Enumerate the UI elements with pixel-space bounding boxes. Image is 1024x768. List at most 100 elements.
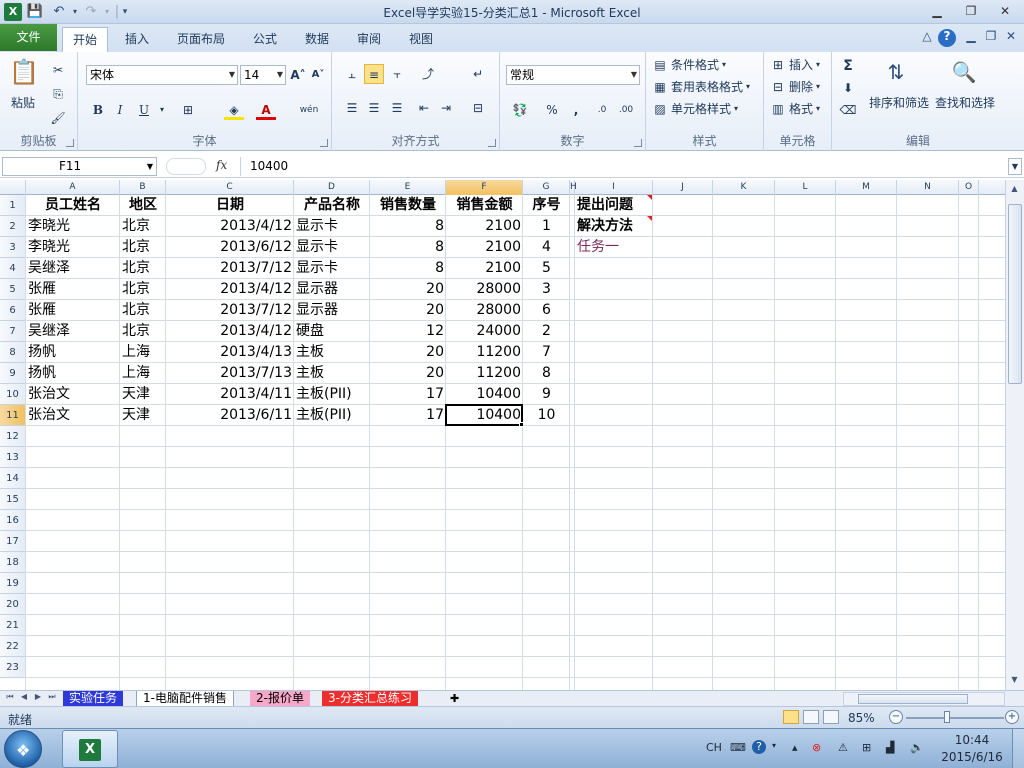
- data-cell[interactable]: 2013/4/13: [166, 342, 294, 363]
- data-cell[interactable]: 2100: [446, 237, 523, 258]
- data-cell[interactable]: 扬帆: [26, 342, 120, 363]
- number-format-combo[interactable]: 常规 ▼: [506, 65, 640, 85]
- data-cell[interactable]: 硬盘: [294, 321, 370, 342]
- header-cell[interactable]: 地区: [120, 195, 166, 216]
- ime-help-icon[interactable]: ?: [752, 740, 766, 754]
- ime-indicator[interactable]: CH: [706, 741, 722, 754]
- data-cell[interactable]: 天津: [120, 384, 166, 405]
- row-header-20[interactable]: 20: [0, 594, 26, 615]
- action-center-icon[interactable]: ⊞: [862, 741, 871, 754]
- sort-filter-icon[interactable]: ⇅: [880, 56, 912, 88]
- comma-style-icon[interactable]: ,: [566, 100, 586, 120]
- grow-font-icon[interactable]: A˄: [288, 65, 308, 85]
- expand-formula-bar-icon[interactable]: ▼: [1008, 158, 1022, 175]
- data-cell[interactable]: 12: [370, 321, 446, 342]
- row-header-8[interactable]: 8: [0, 342, 26, 363]
- volume-icon[interactable]: 🔈: [910, 741, 924, 754]
- prev-sheet-icon[interactable]: ◀: [18, 692, 30, 701]
- tab-formulas[interactable]: 公式: [244, 27, 286, 52]
- zoom-slider-thumb[interactable]: [944, 711, 950, 723]
- sheet-tab-quote[interactable]: 2-报价单: [250, 691, 310, 707]
- delete-cells-button[interactable]: ⊟ 删除 ▾: [770, 78, 820, 95]
- row-header-3[interactable]: 3: [0, 237, 26, 258]
- number-launcher-icon[interactable]: [634, 139, 642, 147]
- cell-styles-button[interactable]: ▨ 单元格样式 ▾: [652, 100, 738, 117]
- show-desktop-button[interactable]: [1012, 729, 1024, 768]
- font-launcher-icon[interactable]: [320, 139, 328, 147]
- data-cell[interactable]: 2013/4/12: [166, 321, 294, 342]
- data-cell[interactable]: 李晓光: [26, 216, 120, 237]
- fill-handle[interactable]: [519, 422, 524, 427]
- data-cell[interactable]: 28000: [446, 300, 523, 321]
- clipboard-launcher-icon[interactable]: [66, 139, 74, 147]
- note-cell-1[interactable]: 提出问题: [575, 195, 653, 216]
- merge-center-icon[interactable]: ⊟: [468, 98, 488, 118]
- data-cell[interactable]: 北京: [120, 237, 166, 258]
- data-cell[interactable]: 扬帆: [26, 363, 120, 384]
- paste-icon[interactable]: 📋: [8, 56, 40, 88]
- taskbar-excel-button[interactable]: X: [62, 730, 118, 768]
- data-cell[interactable]: 显示卡: [294, 216, 370, 237]
- align-top-icon[interactable]: ⫠: [342, 64, 362, 84]
- wrap-text-icon[interactable]: ↵: [468, 64, 488, 84]
- column-header-c[interactable]: C: [166, 180, 294, 195]
- tab-data[interactable]: 数据: [296, 27, 338, 52]
- normal-view-icon[interactable]: [783, 710, 799, 724]
- data-cell[interactable]: 11200: [446, 342, 523, 363]
- column-header-a[interactable]: A: [26, 180, 120, 195]
- minimize-icon[interactable]: ▁: [924, 2, 950, 20]
- data-cell[interactable]: 24000: [446, 321, 523, 342]
- row-header-13[interactable]: 13: [0, 447, 26, 468]
- tab-home[interactable]: 开始: [62, 27, 108, 52]
- scroll-down-icon[interactable]: ▼: [1006, 672, 1023, 688]
- row-header-22[interactable]: 22: [0, 636, 26, 657]
- clock-time[interactable]: 10:44: [948, 733, 996, 747]
- row-header-17[interactable]: 17: [0, 531, 26, 552]
- row-header-12[interactable]: 12: [0, 426, 26, 447]
- column-header-b[interactable]: B: [120, 180, 166, 195]
- data-cell[interactable]: 吴继泽: [26, 258, 120, 279]
- row-header-11[interactable]: 11: [0, 405, 26, 426]
- scroll-up-icon[interactable]: ▲: [1006, 181, 1023, 197]
- help-icon[interactable]: ?: [938, 29, 956, 47]
- header-cell[interactable]: 序号: [523, 195, 570, 216]
- row-header-10[interactable]: 10: [0, 384, 26, 405]
- data-cell[interactable]: 显示卡: [294, 237, 370, 258]
- data-cell[interactable]: 2013/7/12: [166, 300, 294, 321]
- column-header-j[interactable]: J: [653, 180, 713, 195]
- name-box[interactable]: F11 ▼: [2, 157, 157, 176]
- row-header-5[interactable]: 5: [0, 279, 26, 300]
- clear-icon[interactable]: ⌫: [838, 100, 858, 120]
- accounting-format-icon[interactable]: 💱: [510, 100, 530, 120]
- data-cell[interactable]: 显示器: [294, 300, 370, 321]
- row-header-7[interactable]: 7: [0, 321, 26, 342]
- select-all-corner[interactable]: [0, 180, 26, 195]
- data-cell[interactable]: 6: [523, 300, 570, 321]
- zoom-level[interactable]: 85%: [848, 711, 875, 725]
- data-cell[interactable]: 张雁: [26, 300, 120, 321]
- column-header-g[interactable]: G: [523, 180, 570, 195]
- network-alert-icon[interactable]: ⚠: [838, 741, 848, 754]
- last-sheet-icon[interactable]: ⏭: [46, 692, 58, 702]
- data-cell[interactable]: 北京: [120, 300, 166, 321]
- column-header-i[interactable]: I: [575, 180, 653, 195]
- zoom-slider[interactable]: [906, 717, 1004, 719]
- data-cell[interactable]: 20: [370, 342, 446, 363]
- tab-review[interactable]: 审阅: [348, 27, 390, 52]
- tab-view[interactable]: 视图: [400, 27, 442, 52]
- formula-input[interactable]: 10400: [240, 157, 1008, 176]
- orientation-icon[interactable]: ⤴: [418, 64, 438, 84]
- data-cell[interactable]: 上海: [120, 363, 166, 384]
- vertical-scrollbar[interactable]: ▲ ▼: [1005, 180, 1024, 690]
- zoom-in-icon[interactable]: +: [1005, 710, 1019, 724]
- workbook-restore-icon[interactable]: ❐: [982, 29, 1000, 47]
- copy-icon[interactable]: ⎘: [48, 84, 68, 104]
- column-header-f[interactable]: F: [446, 180, 523, 195]
- workbook-minimize-icon[interactable]: ▁: [962, 29, 980, 47]
- show-hidden-icons-icon[interactable]: ▴: [792, 741, 798, 754]
- paste-button[interactable]: 粘贴: [11, 94, 35, 111]
- worksheet-grid[interactable]: ABCDEFGHIJKLMNO 1 2 3 4 5 6 7 8 9 10 11 12 13 14 15 16 1…: [0, 180, 1005, 690]
- formula-bar-splitter[interactable]: [166, 158, 206, 175]
- data-cell[interactable]: 2013/4/12: [166, 279, 294, 300]
- data-cell[interactable]: 1: [523, 216, 570, 237]
